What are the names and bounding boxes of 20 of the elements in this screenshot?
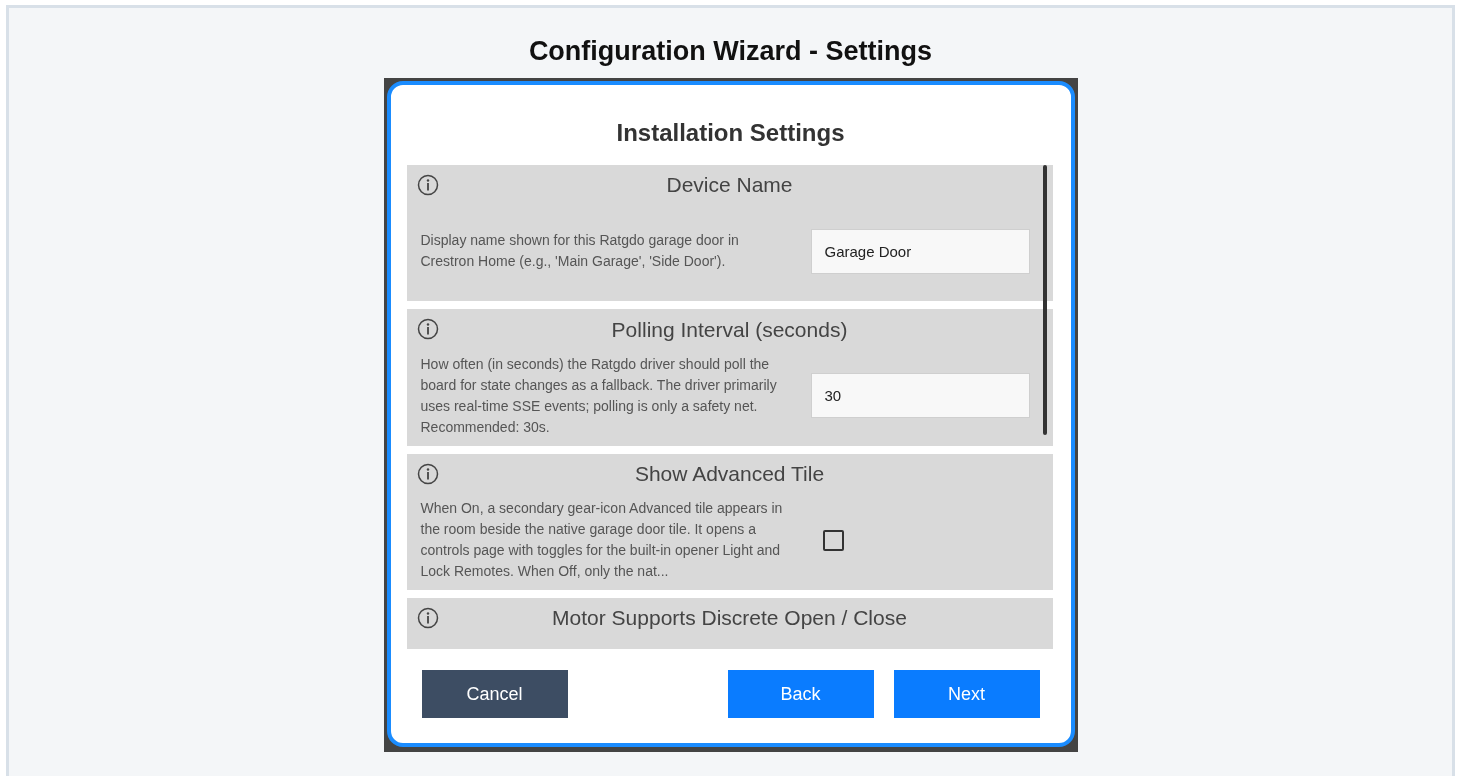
setting-title: Device Name bbox=[665, 172, 794, 199]
info-icon[interactable] bbox=[416, 607, 439, 630]
info-icon[interactable] bbox=[416, 318, 439, 341]
setting-description: Display name shown for this Ratgdo garage door in Crestron Home (e.g., 'Main Garage', 'Side Door'). bbox=[420, 231, 740, 272]
setting-title: Motor Supports Discrete Open / Close bbox=[551, 605, 908, 632]
dialog-title: Installation Settings bbox=[615, 118, 846, 148]
page-title: Configuration Wizard - Settings bbox=[528, 35, 933, 68]
setting-description: When On, a secondary gear-icon Advanced tile appears in the room beside the native garage door tile. It opens a controls page with toggles for the built-in opener Light and Lock Remotes. When Off, only the nat... bbox=[420, 499, 784, 581]
scrollbar[interactable] bbox=[1042, 165, 1047, 435]
checkbox[interactable] bbox=[822, 529, 844, 551]
text-field[interactable]: 30 bbox=[810, 373, 1030, 419]
setting-title: Show Advanced Tile bbox=[633, 461, 826, 488]
text-field[interactable]: Garage Door bbox=[810, 228, 1030, 274]
dialog-button[interactable]: Next bbox=[893, 670, 1040, 718]
info-icon[interactable] bbox=[416, 174, 439, 196]
dialog-button[interactable]: Cancel bbox=[421, 670, 568, 718]
setting-title: Polling Interval (seconds) bbox=[610, 316, 849, 343]
dialog-button[interactable]: Back bbox=[727, 670, 874, 718]
info-icon[interactable] bbox=[416, 462, 439, 485]
setting-description: How often (in seconds) the Ratgdo driver should poll the board for state changes as a fallback. The driver primarily uses real-time SSE events; polling is only a safety net. Recommended: 30s. bbox=[420, 354, 778, 437]
